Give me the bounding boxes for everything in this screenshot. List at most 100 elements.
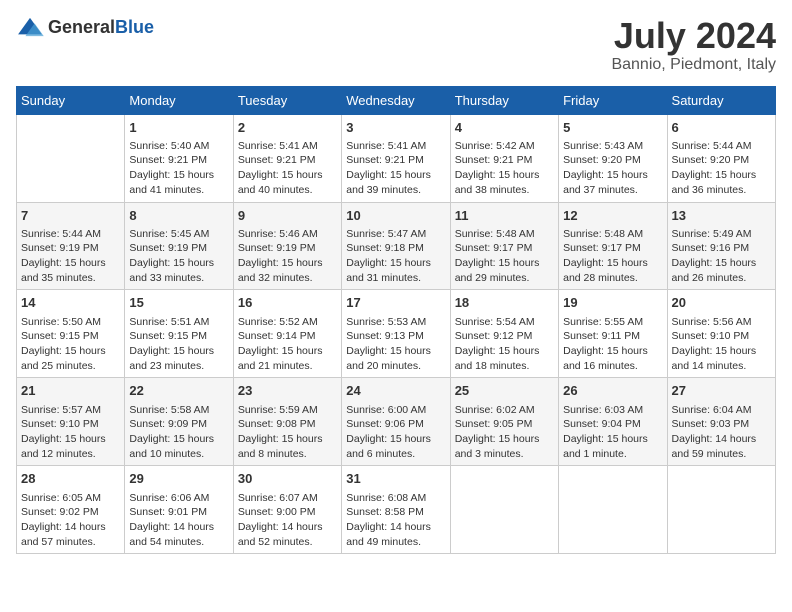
day-info: Sunrise: 5:48 AM Sunset: 9:17 PM Dayligh… bbox=[455, 227, 554, 286]
calendar-cell: 3Sunrise: 5:41 AM Sunset: 9:21 PM Daylig… bbox=[342, 114, 450, 202]
calendar-cell: 4 Sunrise: 5:42 AM Sunset: 9:21 PM Daylig… bbox=[450, 114, 558, 202]
day-number: 30 bbox=[238, 470, 337, 488]
page-header: GeneralBlue July 2024 Bannio, Piedmont, … bbox=[16, 16, 776, 74]
calendar-cell: 9 Sunrise: 5:46 AM Sunset: 9:19 PM Daylig… bbox=[233, 202, 341, 290]
calendar-cell: 30 Sunrise: 6:07 AM Sunset: 9:00 PM Dayli… bbox=[233, 466, 341, 554]
calendar-week-row: 1Sunrise: 5:40 AM Sunset: 9:21 PM Daylig… bbox=[17, 114, 776, 202]
column-header-thursday: Thursday bbox=[450, 86, 558, 114]
day-number: 25 bbox=[455, 382, 554, 400]
main-title: July 2024 bbox=[611, 16, 776, 56]
day-info: Sunrise: 5:48 AM Sunset: 9:17 PM Dayligh… bbox=[563, 227, 662, 286]
calendar-cell: 27 Sunrise: 6:04 AM Sunset: 9:03 PM Dayli… bbox=[667, 378, 775, 466]
day-info: Sunrise: 5:42 AM Sunset: 9:21 PM Dayligh… bbox=[455, 139, 554, 198]
day-info: Sunrise: 6:04 AM Sunset: 9:03 PM Dayligh… bbox=[672, 403, 771, 462]
day-number: 2 bbox=[238, 119, 337, 137]
day-number: 6 bbox=[672, 119, 771, 137]
day-info: Sunrise: 5:52 AM Sunset: 9:14 PM Dayligh… bbox=[238, 315, 337, 374]
logo-general: General bbox=[48, 17, 115, 37]
day-number: 21 bbox=[21, 382, 120, 400]
calendar-cell: 23 Sunrise: 5:59 AM Sunset: 9:08 PM Dayli… bbox=[233, 378, 341, 466]
calendar-cell: 16 Sunrise: 5:52 AM Sunset: 9:14 PM Dayli… bbox=[233, 290, 341, 378]
day-number: 26 bbox=[563, 382, 662, 400]
column-header-monday: Monday bbox=[125, 86, 233, 114]
column-header-saturday: Saturday bbox=[667, 86, 775, 114]
column-header-wednesday: Wednesday bbox=[342, 86, 450, 114]
calendar-cell: 21 Sunrise: 5:57 AM Sunset: 9:10 PM Dayli… bbox=[17, 378, 125, 466]
calendar-header-row: SundayMondayTuesdayWednesdayThursdayFrid… bbox=[17, 86, 776, 114]
calendar-cell: 1Sunrise: 5:40 AM Sunset: 9:21 PM Daylig… bbox=[125, 114, 233, 202]
day-info: Sunrise: 6:08 AM Sunset: 8:58 PM Dayligh… bbox=[346, 491, 445, 550]
calendar-week-row: 21 Sunrise: 5:57 AM Sunset: 9:10 PM Dayli… bbox=[17, 378, 776, 466]
logo: GeneralBlue bbox=[16, 16, 154, 38]
calendar-cell: 18 Sunrise: 5:54 AM Sunset: 9:12 PM Dayli… bbox=[450, 290, 558, 378]
calendar-cell: 11 Sunrise: 5:48 AM Sunset: 9:17 PM Dayli… bbox=[450, 202, 558, 290]
day-number: 4 bbox=[455, 119, 554, 137]
day-number: 22 bbox=[129, 382, 228, 400]
calendar-cell: 17 Sunrise: 5:53 AM Sunset: 9:13 PM Dayli… bbox=[342, 290, 450, 378]
day-info: Sunrise: 6:05 AM Sunset: 9:02 PM Dayligh… bbox=[21, 491, 120, 550]
day-info: Sunrise: 6:00 AM Sunset: 9:06 PM Dayligh… bbox=[346, 403, 445, 462]
day-number: 20 bbox=[672, 294, 771, 312]
day-info: Sunrise: 5:59 AM Sunset: 9:08 PM Dayligh… bbox=[238, 403, 337, 462]
day-info: Sunrise: 5:41 AM Sunset: 9:21 PM Dayligh… bbox=[238, 139, 337, 198]
day-number: 23 bbox=[238, 382, 337, 400]
day-info: Sunrise: 5:44 AM Sunset: 9:19 PM Dayligh… bbox=[21, 227, 120, 286]
day-info: Sunrise: 6:06 AM Sunset: 9:01 PM Dayligh… bbox=[129, 491, 228, 550]
calendar-cell: 15 Sunrise: 5:51 AM Sunset: 9:15 PM Dayli… bbox=[125, 290, 233, 378]
day-info: Sunrise: 5:45 AM Sunset: 9:19 PM Dayligh… bbox=[129, 227, 228, 286]
day-info: Sunrise: 5:43 AM Sunset: 9:20 PM Dayligh… bbox=[563, 139, 662, 198]
day-info: Sunrise: 6:07 AM Sunset: 9:00 PM Dayligh… bbox=[238, 491, 337, 550]
day-number: 5 bbox=[563, 119, 662, 137]
day-number: 16 bbox=[238, 294, 337, 312]
day-info: Sunrise: 5:53 AM Sunset: 9:13 PM Dayligh… bbox=[346, 315, 445, 374]
day-number: 18 bbox=[455, 294, 554, 312]
day-number: 11 bbox=[455, 207, 554, 225]
day-info: Sunrise: 6:03 AM Sunset: 9:04 PM Dayligh… bbox=[563, 403, 662, 462]
day-info: Sunrise: 5:47 AM Sunset: 9:18 PM Dayligh… bbox=[346, 227, 445, 286]
calendar-week-row: 14Sunrise: 5:50 AM Sunset: 9:15 PM Dayli… bbox=[17, 290, 776, 378]
day-info: Sunrise: 5:54 AM Sunset: 9:12 PM Dayligh… bbox=[455, 315, 554, 374]
calendar-cell bbox=[667, 466, 775, 554]
calendar-cell: 2 Sunrise: 5:41 AM Sunset: 9:21 PM Daylig… bbox=[233, 114, 341, 202]
day-info: Sunrise: 5:44 AM Sunset: 9:20 PM Dayligh… bbox=[672, 139, 771, 198]
day-number: 12 bbox=[563, 207, 662, 225]
column-header-tuesday: Tuesday bbox=[233, 86, 341, 114]
day-info: Sunrise: 5:51 AM Sunset: 9:15 PM Dayligh… bbox=[129, 315, 228, 374]
title-block: July 2024 Bannio, Piedmont, Italy bbox=[611, 16, 776, 74]
day-info: Sunrise: 5:46 AM Sunset: 9:19 PM Dayligh… bbox=[238, 227, 337, 286]
day-number: 7 bbox=[21, 207, 120, 225]
day-info: Sunrise: 5:49 AM Sunset: 9:16 PM Dayligh… bbox=[672, 227, 771, 286]
logo-blue: Blue bbox=[115, 17, 154, 37]
column-header-friday: Friday bbox=[559, 86, 667, 114]
subtitle: Bannio, Piedmont, Italy bbox=[611, 56, 776, 74]
day-info: Sunrise: 6:02 AM Sunset: 9:05 PM Dayligh… bbox=[455, 403, 554, 462]
calendar-cell: 24 Sunrise: 6:00 AM Sunset: 9:06 PM Dayli… bbox=[342, 378, 450, 466]
day-number: 10 bbox=[346, 207, 445, 225]
calendar-week-row: 28Sunrise: 6:05 AM Sunset: 9:02 PM Dayli… bbox=[17, 466, 776, 554]
calendar-cell bbox=[17, 114, 125, 202]
day-number: 8 bbox=[129, 207, 228, 225]
calendar-cell: 14Sunrise: 5:50 AM Sunset: 9:15 PM Dayli… bbox=[17, 290, 125, 378]
calendar-cell: 13Sunrise: 5:49 AM Sunset: 9:16 PM Dayli… bbox=[667, 202, 775, 290]
day-info: Sunrise: 5:50 AM Sunset: 9:15 PM Dayligh… bbox=[21, 315, 120, 374]
calendar-cell: 31Sunrise: 6:08 AM Sunset: 8:58 PM Dayli… bbox=[342, 466, 450, 554]
logo-icon bbox=[16, 16, 44, 38]
day-number: 17 bbox=[346, 294, 445, 312]
day-info: Sunrise: 5:58 AM Sunset: 9:09 PM Dayligh… bbox=[129, 403, 228, 462]
calendar-cell: 25 Sunrise: 6:02 AM Sunset: 9:05 PM Dayli… bbox=[450, 378, 558, 466]
calendar-cell: 7 Sunrise: 5:44 AM Sunset: 9:19 PM Daylig… bbox=[17, 202, 125, 290]
day-number: 24 bbox=[346, 382, 445, 400]
day-number: 19 bbox=[563, 294, 662, 312]
day-info: Sunrise: 5:57 AM Sunset: 9:10 PM Dayligh… bbox=[21, 403, 120, 462]
day-number: 15 bbox=[129, 294, 228, 312]
column-header-sunday: Sunday bbox=[17, 86, 125, 114]
calendar-cell: 6 Sunrise: 5:44 AM Sunset: 9:20 PM Daylig… bbox=[667, 114, 775, 202]
calendar-cell: 20 Sunrise: 5:56 AM Sunset: 9:10 PM Dayli… bbox=[667, 290, 775, 378]
day-info: Sunrise: 5:56 AM Sunset: 9:10 PM Dayligh… bbox=[672, 315, 771, 374]
calendar-cell: 5 Sunrise: 5:43 AM Sunset: 9:20 PM Daylig… bbox=[559, 114, 667, 202]
calendar-cell: 26 Sunrise: 6:03 AM Sunset: 9:04 PM Dayli… bbox=[559, 378, 667, 466]
day-number: 27 bbox=[672, 382, 771, 400]
day-number: 9 bbox=[238, 207, 337, 225]
calendar-cell: 28Sunrise: 6:05 AM Sunset: 9:02 PM Dayli… bbox=[17, 466, 125, 554]
calendar-table: SundayMondayTuesdayWednesdayThursdayFrid… bbox=[16, 86, 776, 555]
